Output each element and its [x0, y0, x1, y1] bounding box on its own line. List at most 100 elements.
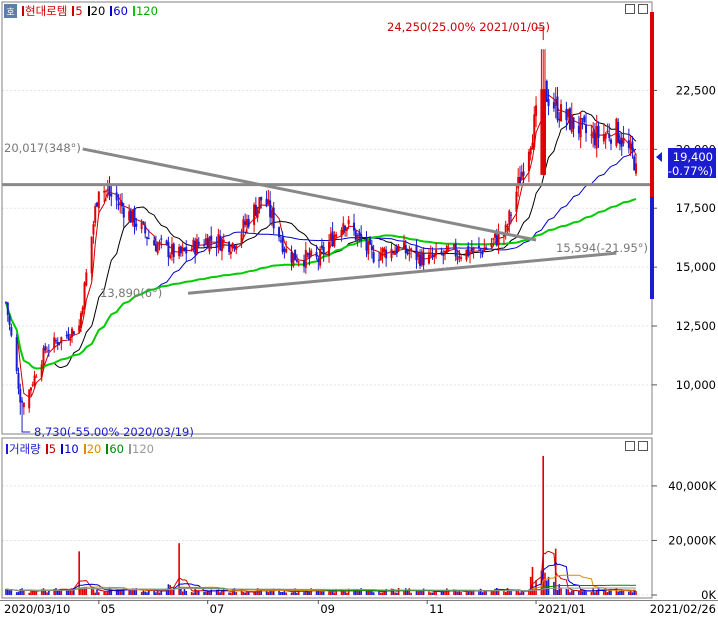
- volume-bar: [567, 589, 569, 595]
- volume-bar: [80, 588, 82, 595]
- volume-bar: [140, 591, 143, 595]
- price-y-tick-label: 10,000: [676, 378, 716, 392]
- candle: [572, 117, 575, 138]
- volume-bar: [520, 591, 523, 595]
- candle: [195, 234, 198, 255]
- volume-minimize-button[interactable]: [625, 441, 635, 451]
- candle: [192, 237, 195, 253]
- volume-bar: [358, 591, 361, 595]
- corner-badge[interactable]: 호: [4, 4, 17, 18]
- volume-bar: [290, 592, 293, 595]
- price-y-tick-label: 15,000: [676, 260, 716, 274]
- candle: [504, 220, 507, 240]
- volume-maximize-button[interactable]: [638, 441, 648, 451]
- candle: [244, 213, 247, 228]
- candle: [427, 248, 430, 265]
- volume-bar: [235, 592, 238, 595]
- candle: [394, 245, 397, 255]
- candle: [67, 327, 70, 341]
- volume-y-axis: 0K 20,000K 40,000K: [652, 479, 716, 602]
- volume-bar: [185, 590, 188, 595]
- volume-plot-border: [1, 437, 653, 599]
- vma60-label: 60: [109, 442, 124, 456]
- price-y-tick-label: 12,500: [676, 319, 716, 333]
- candle: [210, 226, 213, 250]
- candle: [527, 148, 530, 183]
- volume-bar: [247, 592, 250, 595]
- volume-bar: [267, 591, 270, 595]
- lower-trend-line[interactable]: [187, 251, 617, 295]
- x-tick-label: 11: [429, 602, 444, 616]
- volume-bar: [635, 591, 637, 595]
- volume-bar: [15, 592, 18, 595]
- candle: [131, 209, 134, 227]
- price-scale-red-bar: [650, 12, 654, 197]
- upper-trend-line[interactable]: [82, 147, 537, 242]
- candle: [604, 131, 607, 149]
- ma120-line[interactable]: [5, 198, 637, 370]
- candle: [593, 123, 596, 149]
- volume-legend: 거래량 5 10 20 60 120: [4, 441, 157, 457]
- candle: [71, 326, 74, 343]
- candle: [531, 134, 534, 150]
- candle: [319, 246, 322, 269]
- candle: [119, 193, 122, 214]
- price-gridlines: [2, 89, 652, 386]
- candle: [381, 246, 384, 264]
- volume-bar: [515, 591, 518, 595]
- volume-y-tick-label: 40,000K: [668, 479, 716, 493]
- candle: [256, 206, 259, 223]
- candle: [543, 49, 546, 175]
- volume-bar: [556, 590, 559, 595]
- candle: [54, 337, 57, 344]
- candle: [253, 202, 256, 233]
- volume-title: 거래량: [9, 442, 41, 456]
- candle: [217, 228, 220, 254]
- candle: [22, 402, 25, 415]
- volume-bar: [6, 589, 9, 595]
- minimize-button[interactable]: [625, 4, 635, 14]
- candle: [533, 106, 536, 150]
- volume-bar: [444, 591, 446, 595]
- candle: [294, 249, 297, 261]
- candle: [44, 343, 47, 354]
- candle: [304, 241, 307, 274]
- ma60-marker: [110, 6, 113, 16]
- candle: [597, 121, 600, 148]
- candle: [606, 123, 609, 133]
- candle: [170, 236, 173, 261]
- candle: [408, 245, 411, 262]
- volume-bar: [371, 591, 373, 595]
- candle: [279, 235, 282, 244]
- volume-bar: [203, 591, 205, 595]
- volume-bar: [181, 591, 184, 595]
- volume-panel-buttons: [625, 441, 648, 451]
- candle: [331, 221, 334, 248]
- candle: [520, 164, 523, 181]
- volume-bar: [510, 590, 512, 595]
- volume-bar: [333, 592, 336, 595]
- volume-bar: [42, 588, 45, 595]
- volume-bar: [506, 587, 509, 595]
- maximize-button[interactable]: [638, 4, 648, 14]
- volume-bar: [96, 589, 98, 595]
- candle: [627, 128, 630, 154]
- volume-bar: [422, 588, 425, 595]
- candle: [370, 239, 373, 259]
- volume-bar: [465, 592, 468, 595]
- volume-bar: [346, 592, 348, 595]
- volume-bar: [397, 587, 400, 595]
- candle: [610, 137, 613, 151]
- candle: [179, 245, 182, 257]
- volume-bar: [406, 590, 409, 595]
- candle: [215, 236, 218, 257]
- low-marker: [21, 414, 31, 433]
- volume-bar: [410, 592, 412, 595]
- volume-bar: [592, 588, 594, 595]
- volume-bar: [242, 591, 245, 595]
- candle: [422, 247, 425, 272]
- candle: [558, 112, 561, 128]
- candle: [433, 253, 436, 265]
- volume-bar: [306, 591, 309, 595]
- volume-bar: [92, 589, 95, 595]
